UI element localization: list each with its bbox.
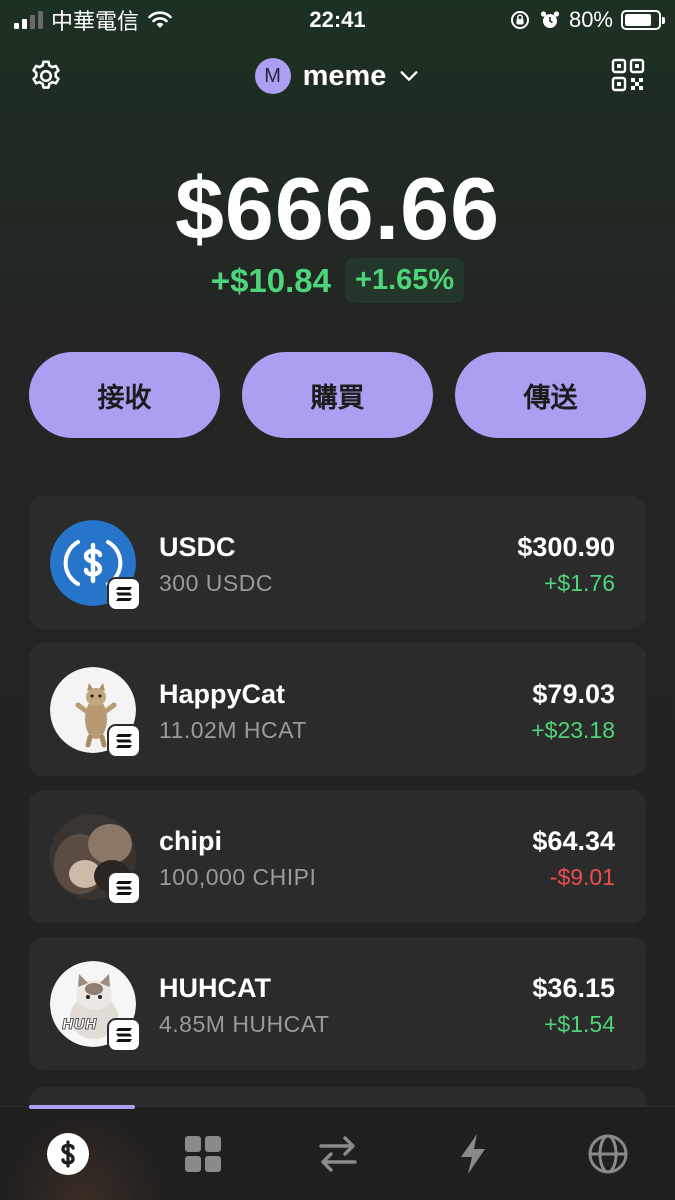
action-buttons: 接收 購買 傳送 [29, 352, 646, 438]
token-name: USDC [159, 532, 236, 562]
solana-badge-icon [107, 577, 141, 611]
account-name: meme [302, 59, 387, 92]
account-switcher[interactable]: M meme [0, 54, 675, 98]
dollar-icon [46, 1132, 89, 1175]
avatar: M [254, 58, 291, 94]
solana-badge-icon [107, 1018, 141, 1052]
bottom-nav [0, 1105, 675, 1200]
token-name: chipi [159, 826, 223, 856]
lightning-icon [460, 1133, 485, 1174]
change-amount: +$10.84 [210, 261, 332, 299]
token-value: $64.34 [532, 826, 615, 856]
token-value: $300.90 [517, 532, 615, 562]
total-balance: $666.66 [174, 159, 501, 258]
chevron-down-icon [400, 71, 418, 81]
token-row-happycat[interactable]: HappyCat 11.02M HCAT $79.03 +$23.18 [29, 643, 646, 776]
active-tab-indicator [29, 1105, 135, 1109]
status-bar: 中華電信 22:41 80% [0, 0, 675, 40]
tab-wallet[interactable] [32, 1118, 104, 1190]
alarm-icon [540, 11, 560, 28]
solana-badge-icon [107, 724, 141, 758]
token-list: USDC 300 USDC $300.90 +$1.76 HappyCat 11… [29, 496, 646, 1084]
tab-explore[interactable] [572, 1118, 644, 1190]
token-row-huhcat[interactable]: HUH HUHCAT 4.85M HUHCAT $36.15 +$1.54 [29, 937, 646, 1070]
token-row-chipi[interactable]: chipi 100,000 CHIPI $64.34 -$9.01 [29, 790, 646, 923]
tab-collectibles[interactable] [167, 1118, 239, 1190]
change-percent-badge: +1.65% [345, 258, 465, 303]
token-row-usdc[interactable]: USDC 300 USDC $300.90 +$1.76 [29, 496, 646, 629]
token-amount: 11.02M HCAT [159, 717, 307, 743]
send-button[interactable]: 傳送 [455, 352, 646, 438]
token-value: $79.03 [532, 679, 615, 709]
header: M meme [0, 54, 675, 98]
receive-button[interactable]: 接收 [29, 352, 220, 438]
solana-badge-icon [107, 871, 141, 905]
signal-icon [14, 11, 43, 29]
token-change: +$23.18 [531, 717, 615, 743]
svg-text:HUH: HUH [62, 1017, 97, 1033]
status-left: 中華電信 [14, 4, 173, 36]
battery-icon [621, 10, 665, 30]
swap-icon [318, 1135, 357, 1172]
balance-change: +$10.84 +1.65% [0, 258, 675, 303]
wifi-icon [148, 11, 172, 28]
carrier-label: 中華電信 [51, 9, 140, 34]
token-change: -$9.01 [549, 864, 615, 890]
wallet-screen: 中華電信 22:41 80% M meme $666.66 +$10.84 +1… [0, 0, 675, 1200]
tab-activity[interactable] [437, 1118, 509, 1190]
rotation-lock-icon [510, 11, 529, 29]
token-value: $36.15 [532, 973, 615, 1003]
status-right: 80% [509, 7, 665, 33]
token-amount: 4.85M HUHCAT [159, 1011, 330, 1037]
grid-icon [184, 1135, 221, 1172]
token-name: HappyCat [159, 679, 286, 709]
token-change: +$1.54 [544, 1011, 615, 1037]
buy-button[interactable]: 購買 [242, 352, 433, 438]
battery-percent: 80% [568, 7, 613, 32]
tab-swap[interactable] [302, 1118, 374, 1190]
qr-code-icon[interactable] [611, 58, 645, 92]
token-change: +$1.76 [544, 570, 615, 596]
token-amount: 300 USDC [159, 570, 273, 596]
token-amount: 100,000 CHIPI [159, 864, 317, 890]
token-name: HUHCAT [159, 973, 271, 1003]
globe-icon [588, 1134, 627, 1173]
